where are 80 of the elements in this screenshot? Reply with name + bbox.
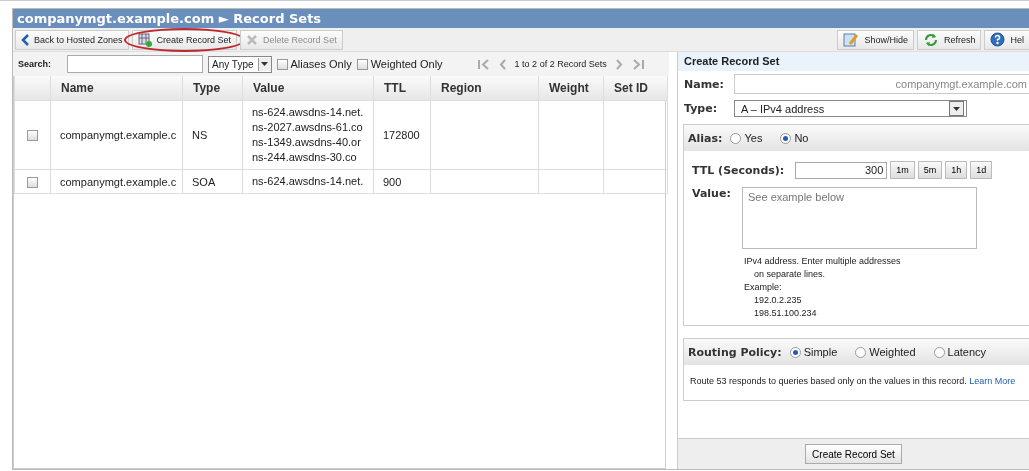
help-text: Example: [744,281,783,294]
checkbox[interactable] [356,58,368,70]
name-label: Name: [684,77,725,91]
value-label: Value: [692,187,732,202]
filter-checkbox[interactable]: Aliases Only [276,58,352,70]
ttl-field[interactable]: 300 [795,161,888,179]
column-header[interactable]: TTL [373,76,431,101]
ttl-preset-button[interactable]: 1h [945,161,968,179]
next-page-icon[interactable] [615,58,623,70]
help-text: 192.0.2.235 [753,294,803,307]
radio-option[interactable]: No [780,132,809,144]
dropdown-arrow-icon [261,62,268,66]
column-header[interactable]: Value [242,76,374,101]
chevron-left-icon [21,33,29,46]
table-cell: ns-624.awsdns-14.net. [242,169,374,194]
table-cell [603,100,668,170]
form-title: Create Record Set [678,52,1029,71]
table-cell: companymgt.example.c [50,169,183,194]
toolbar-button[interactable]: Hel [984,29,1029,50]
search-label: Search: [18,59,53,69]
table-cell: 172800 [373,100,431,170]
routing-description: Route 53 responds to queries based only on the values in this record. Learn More [689,375,1017,388]
help-text: on separate lines. [753,268,827,281]
column-header[interactable]: Weight [538,76,604,101]
type-dropdown[interactable]: A – IPv4 address [734,100,967,117]
ttl-preset-button[interactable]: 5m [917,161,943,179]
radio-option[interactable]: Simple [789,346,838,358]
dropdown-arrow-icon [953,106,960,111]
help-text: 198.51.100.234 [753,307,818,320]
toolbar-button[interactable]: Create Record Set [131,29,238,50]
table-cell: ns-624.awsdns-14.net. ns-2027.awsdns-61.co ns-1349.awsdns-40.or ns-244.awsdns-30.co [242,100,374,170]
x-icon [246,33,259,46]
table-cell [538,169,604,194]
table-cell: 900 [373,169,431,194]
table-cell [538,100,604,170]
first-page-icon[interactable] [477,58,490,70]
checkbox[interactable] [27,176,38,188]
create-record-set-button[interactable]: Create Record Set [805,444,902,464]
grid-plus-icon [137,32,152,47]
radio-option[interactable]: Weighted [855,346,916,358]
radio-button[interactable] [933,346,945,358]
toolbar-button[interactable]: Refresh [916,29,982,50]
radio-option[interactable]: Latency [933,346,987,358]
routing-label: Routing Policy: [688,345,782,359]
filter-checkbox[interactable]: Weighted Only [356,58,443,70]
search-field[interactable] [67,55,203,73]
checkbox[interactable] [27,130,38,142]
radio-button[interactable] [730,132,742,144]
type-label: Type: [684,102,719,115]
pager-text: 1 to 2 of 2 Record Sets [514,59,607,69]
value-field[interactable]: See example below [742,187,977,249]
learn-more-link[interactable]: Learn More [969,376,1016,386]
radio-button[interactable] [789,346,801,358]
previous-page-icon[interactable] [498,58,506,70]
ttl-label: TTL (Seconds): [692,163,785,177]
radio-button[interactable] [780,132,792,144]
table-cell: NS [182,100,243,170]
table-cell: companymgt.example.c [50,100,183,170]
toolbar-button[interactable]: Show/Hide [837,29,914,50]
ttl-preset-button[interactable]: 1m [890,161,915,179]
name-field[interactable]: companymgt.example.com [734,74,1029,94]
table-cell [603,169,668,194]
toolbar-button[interactable]: Back to Hosted Zones [15,29,129,50]
type-dropdown[interactable]: Any Type [208,55,272,73]
radio-option[interactable]: Yes [730,132,763,144]
last-page-icon[interactable] [631,58,644,70]
radio-button[interactable] [855,346,867,358]
checkbox[interactable] [276,58,288,70]
refresh-icon [922,31,939,48]
column-header[interactable]: Set ID [603,76,668,101]
window-title: companymgt.example.com ► Record Sets [13,9,1029,28]
help-icon [990,32,1006,47]
alias-label: Alias: [688,131,723,145]
help-text: IPv4 address. Enter multiple addresses [744,255,902,268]
ttl-preset-button[interactable]: 1d [970,161,993,179]
column-header[interactable]: Name [50,76,183,101]
column-header[interactable]: Region [430,76,539,101]
pencil-note-icon [843,31,860,48]
table-cell: SOA [182,169,243,194]
column-header[interactable]: Type [182,76,243,101]
